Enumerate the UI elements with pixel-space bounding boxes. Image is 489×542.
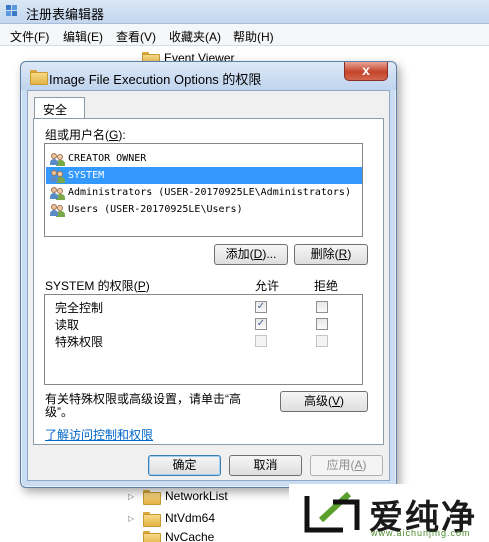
permission-row-full-control: 完全控制 ✓ (45, 298, 362, 315)
checkmark-icon: ✓ (256, 301, 266, 312)
permission-row-special: 特殊权限 (45, 332, 362, 349)
remove-button[interactable]: 删除(R) (294, 244, 368, 265)
group-users-label: 组或用户名(G): (45, 128, 126, 142)
allow-header: 允许 (255, 279, 280, 293)
permissions-list: 完全控制 ✓ 读取 ✓ 特殊权限 (44, 294, 363, 385)
users-list[interactable]: CREATOR OWNER SYSTEM Administrators (USE… (44, 143, 363, 237)
menu-help[interactable]: 帮助(H) (233, 28, 274, 45)
add-button[interactable]: 添加(D)... (214, 244, 288, 265)
watermark-logo-icon (304, 491, 360, 533)
user-row-administrators[interactable]: Administrators (USER-20170925LE\Administ… (46, 184, 362, 201)
watermark: 爱纯净 www.aichunjing.com (289, 484, 489, 542)
users-group-icon (50, 169, 66, 183)
permissions-dialog: Image File Execution Options 的权限 x 安全 组或… (20, 61, 397, 488)
special-note-line1: 有关特殊权限或高级设置，请单击“高 (45, 392, 241, 406)
deny-header: 拒绝 (314, 279, 339, 293)
special-note-line2: 级”。 (45, 405, 73, 419)
tree-item-networklist[interactable]: ▷ NetworkList (128, 487, 228, 505)
dialog-titlebar[interactable]: Image File Execution Options 的权限 x (21, 62, 396, 90)
learn-access-control-link[interactable]: 了解访问控制和权限 (45, 426, 153, 443)
folder-icon (143, 530, 161, 542)
ok-button[interactable]: 确定 (148, 455, 221, 476)
allow-checkbox-full-control[interactable]: ✓ (255, 301, 267, 313)
regedit-title: 注册表编辑器 (26, 7, 105, 22)
user-row-users[interactable]: Users (USER-20170925LE\Users) (46, 201, 362, 218)
apply-button: 应用(A) (310, 455, 383, 476)
users-group-icon (50, 186, 66, 200)
tree-item-nvcache[interactable]: NvCache (143, 528, 214, 542)
expand-arrow-icon[interactable]: ▷ (128, 492, 138, 501)
regedit-icon (6, 5, 17, 16)
permission-row-read: 读取 ✓ (45, 315, 362, 332)
regedit-titlebar: 注册表编辑器 (0, 0, 489, 24)
tree-item-ntvdm64[interactable]: ▷ NtVdm64 (128, 509, 215, 527)
folder-icon (143, 511, 161, 527)
tab-security[interactable]: 安全 (34, 97, 85, 119)
menu-view[interactable]: 查看(V) (116, 28, 156, 45)
advanced-button[interactable]: 高级(V) (280, 391, 368, 412)
folder-icon (143, 489, 161, 505)
users-group-icon (50, 203, 66, 217)
allow-checkbox-special (255, 335, 267, 347)
menu-file[interactable]: 文件(F) (10, 28, 49, 45)
dialog-body: 安全 组或用户名(G): CREATOR OWNER SYSTEM Admini… (27, 90, 390, 481)
close-icon: x (362, 62, 370, 78)
regedit-menubar: 文件(F) 编辑(E) 查看(V) 收藏夹(A) 帮助(H) (0, 24, 489, 46)
dialog-title: Image File Execution Options 的权限 (49, 72, 262, 87)
checkmark-icon: ✓ (256, 318, 266, 329)
watermark-url: www.aichunjing.com (371, 528, 471, 538)
permissions-label: SYSTEM 的权限(P) (45, 279, 150, 293)
cancel-button[interactable]: 取消 (229, 455, 302, 476)
user-row-creator-owner[interactable]: CREATOR OWNER (46, 150, 362, 167)
expand-arrow-icon[interactable]: ▷ (128, 514, 138, 523)
deny-checkbox-special (316, 335, 328, 347)
folder-icon (30, 70, 48, 85)
deny-checkbox-full-control[interactable] (316, 301, 328, 313)
allow-checkbox-read[interactable]: ✓ (255, 318, 267, 330)
user-row-system[interactable]: SYSTEM (46, 167, 362, 184)
users-group-icon (50, 152, 66, 166)
menu-edit[interactable]: 编辑(E) (63, 28, 103, 45)
close-button[interactable]: x (344, 62, 388, 81)
deny-checkbox-read[interactable] (316, 318, 328, 330)
menu-favorites[interactable]: 收藏夹(A) (169, 28, 221, 45)
